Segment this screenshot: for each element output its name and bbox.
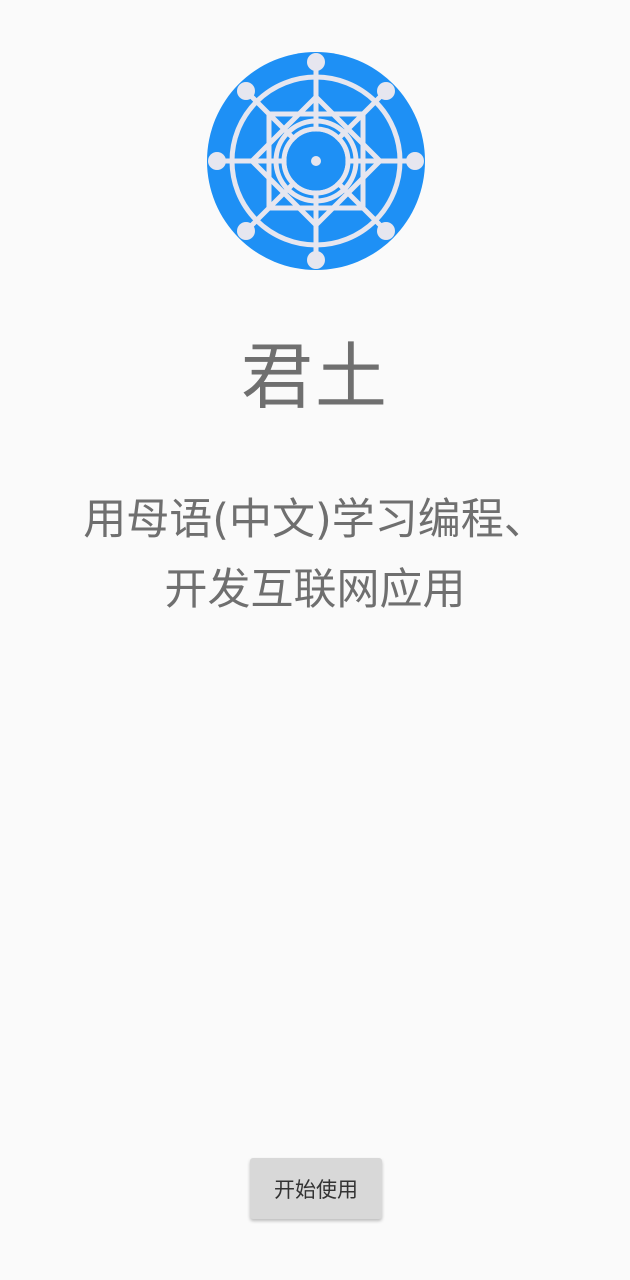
slogan-line-2: 开发互联网应用 — [164, 565, 466, 615]
slogan: 用母语(中文)学习编程、 开发互联网应用 — [0, 485, 630, 625]
app-logo-icon — [207, 52, 425, 270]
slogan-line-1: 用母语(中文)学习编程、 — [83, 495, 547, 545]
app-title: 君土 — [240, 335, 389, 419]
start-button[interactable]: 开始使用 — [250, 1158, 382, 1219]
